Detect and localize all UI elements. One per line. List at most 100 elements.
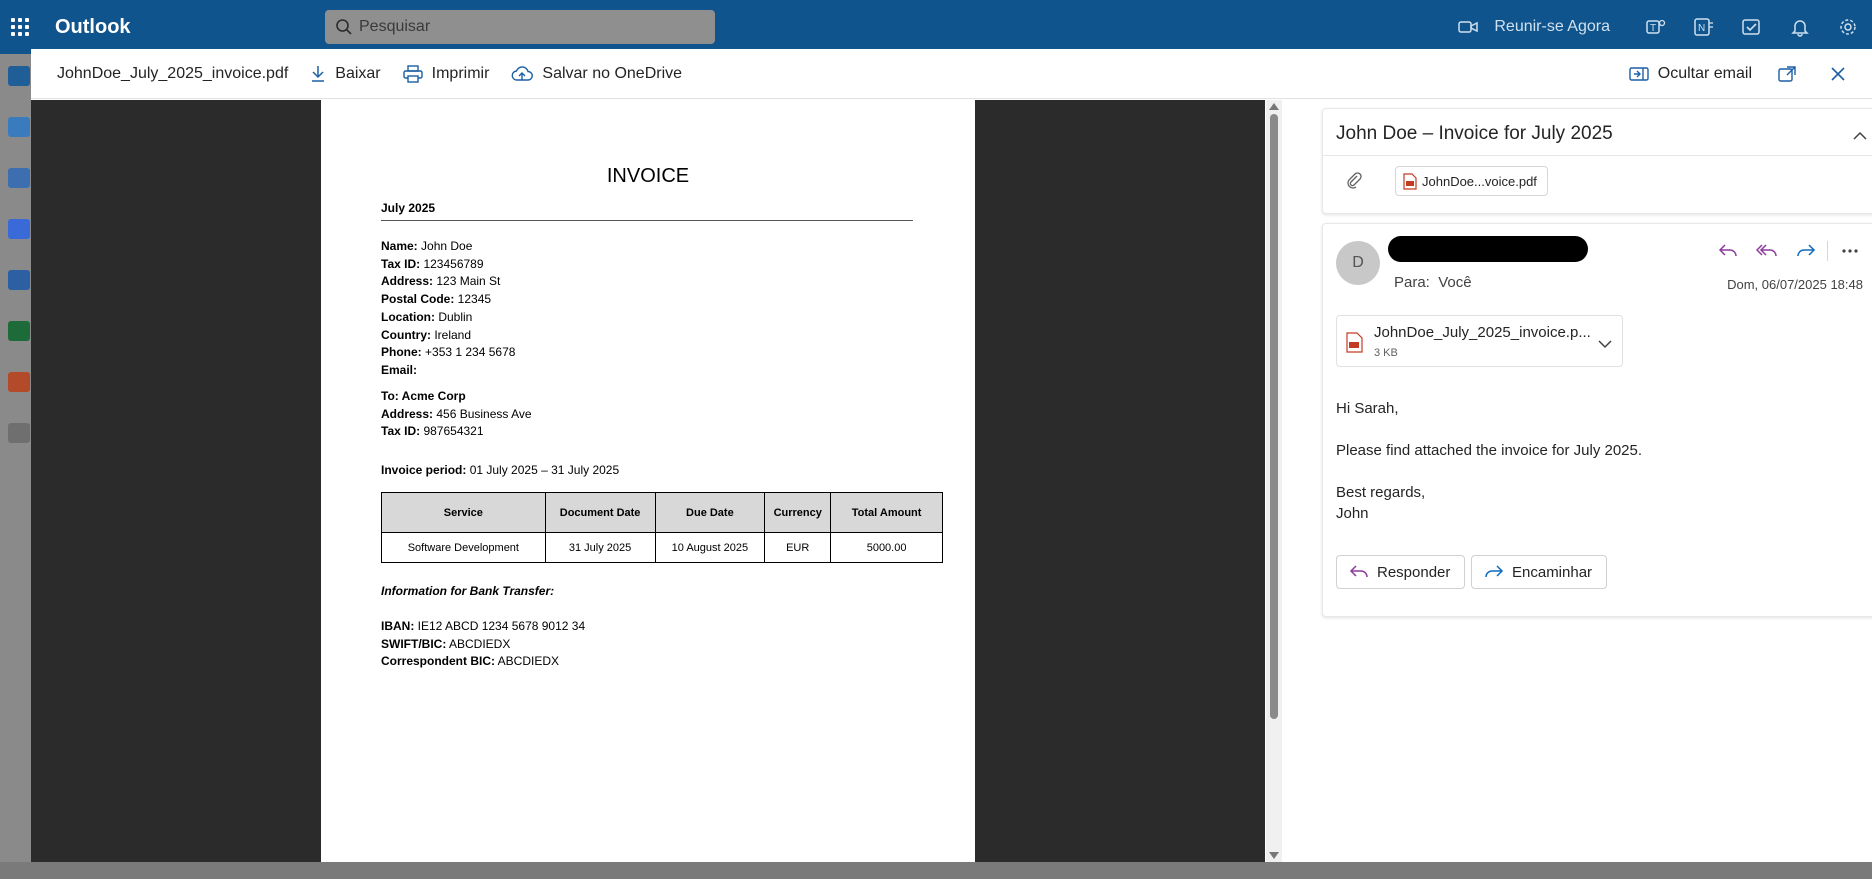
table-cell: EUR (764, 532, 832, 563)
attachment-name: JohnDoe_July_2025_invoice.p... (1374, 324, 1591, 341)
top-bar: Outlook Pesquisar Reunir-se Agora T N (0, 0, 1872, 54)
attachment-card[interactable]: JohnDoe_July_2025_invoice.p... 3 KB (1336, 315, 1623, 367)
notifications-button[interactable] (1776, 0, 1824, 54)
recipient-line: Tax ID: 987654321 (381, 424, 484, 439)
table-header: Service (381, 492, 546, 533)
powerpoint-icon[interactable] (8, 372, 30, 392)
print-label: Imprimir (431, 64, 490, 82)
invoice-period-value: 01 July 2025 – 31 July 2025 (466, 463, 620, 477)
forward-icon-button[interactable] (1786, 238, 1825, 264)
avatar[interactable]: D (1336, 241, 1380, 285)
todo-app-icon[interactable] (8, 219, 30, 239)
body-line: Best regards, (1336, 484, 1426, 501)
forward-button[interactable]: Encaminhar (1471, 555, 1608, 589)
sender-line: Location: Dublin (381, 309, 473, 324)
recipient-line: To: Acme Corp (381, 389, 466, 403)
pdf-viewer[interactable]: INVOICE July 2025 Name: John Doe Tax ID:… (31, 100, 1265, 862)
search-input[interactable]: Pesquisar (325, 10, 715, 44)
forward-button-label: Encaminhar (1512, 563, 1593, 581)
people-icon[interactable] (8, 168, 30, 188)
left-app-rail (0, 54, 32, 879)
attachment-menu-button[interactable] (1598, 336, 1612, 354)
bank-line: Correspondent BIC: ABCDIEDX (381, 654, 560, 669)
app-brand[interactable]: Outlook (55, 16, 325, 39)
pdf-page: INVOICE July 2025 Name: John Doe Tax ID:… (321, 100, 975, 862)
recipients: Para: Você (1394, 274, 1472, 291)
pdf-file-icon (1403, 172, 1417, 190)
meet-now-button[interactable]: Reunir-se Agora (1458, 18, 1610, 36)
invoice-title: INVOICE (606, 165, 690, 187)
reply-icon-button[interactable] (1708, 238, 1747, 264)
to-value[interactable]: Você (1438, 274, 1471, 291)
reply-icon (1718, 244, 1737, 257)
settings-button[interactable] (1824, 0, 1872, 54)
attachment-chip[interactable]: JohnDoe...voice.pdf (1395, 166, 1548, 196)
bank-transfer-title: Information for Bank Transfer: (381, 584, 555, 598)
more-apps-icon[interactable] (8, 423, 30, 443)
reply-all-icon-button[interactable] (1747, 238, 1786, 264)
sender-line: Name: John Doe (381, 239, 473, 253)
chevron-up-icon (1853, 131, 1867, 140)
todo-button[interactable] (1728, 0, 1776, 54)
sender-line: Tax ID: 123456789 (381, 256, 484, 271)
calendar-icon[interactable] (8, 117, 30, 137)
invoice-period-label: Invoice period: (381, 463, 467, 477)
save-onedrive-label: Salvar no OneDrive (542, 64, 683, 82)
attachment-size: 3 KB (1374, 347, 1398, 359)
attachments-toggle[interactable] (1345, 171, 1363, 194)
chevron-down-icon (1598, 340, 1612, 349)
sender-line: Phone: +353 1 234 5678 (381, 345, 516, 360)
message-date: Dom, 06/07/2025 18:48 (1727, 277, 1863, 292)
mail-icon[interactable] (8, 66, 30, 86)
email-subject: John Doe – Invoice for July 2025 (1336, 123, 1613, 144)
table-row: Software Development 31 July 2025 10 Aug… (381, 532, 943, 563)
forward-icon (1796, 244, 1815, 257)
sender-line: Email: (381, 362, 418, 377)
collapse-button[interactable] (1853, 127, 1867, 145)
message-card: D Para: Você Dom, 06/07/2025 18:48 JohnD… (1322, 223, 1872, 617)
search-placeholder: Pesquisar (359, 18, 431, 35)
table-header: Due Date (654, 492, 766, 533)
teams-button[interactable]: T (1632, 0, 1680, 54)
viewer-scrollbar[interactable] (1266, 100, 1282, 862)
hide-email-button[interactable]: Ocultar email (1629, 65, 1752, 83)
word-icon[interactable] (8, 270, 30, 290)
close-icon (1831, 67, 1845, 81)
onenote-button[interactable]: N (1680, 0, 1728, 54)
hide-panel-icon (1629, 67, 1649, 81)
bank-line: IBAN: IE12 ABCD 1234 5678 9012 34 (381, 619, 586, 633)
more-icon (1841, 249, 1858, 253)
app-launcher-button[interactable] (0, 0, 40, 54)
attachment-viewer-modal: JohnDoe_July_2025_invoice.pdf Baixar Imp… (31, 49, 1872, 862)
close-viewer-button[interactable] (1831, 67, 1854, 81)
redacted-sender (1388, 236, 1588, 262)
download-button[interactable]: Baixar (310, 65, 381, 83)
message-body: Hi Sarah, Please find attached the invoi… (1336, 398, 1642, 524)
save-onedrive-button[interactable]: Salvar no OneDrive (511, 65, 682, 83)
table-header: Currency (764, 492, 832, 533)
scroll-thumb[interactable] (1270, 114, 1278, 719)
bank-details: IBAN: IE12 ABCD 1234 5678 9012 34 SWIFT/… (381, 618, 585, 671)
reply-button[interactable]: Responder (1336, 555, 1466, 589)
table-cell: 31 July 2025 (544, 532, 656, 563)
paperclip-icon (1347, 172, 1362, 189)
table-header: Total Amount (830, 492, 943, 533)
search-icon (336, 19, 352, 35)
waffle-icon (11, 18, 29, 36)
video-camera-icon (1458, 21, 1479, 33)
teams-icon: T (1646, 19, 1666, 34)
excel-icon[interactable] (8, 321, 30, 341)
subject-card: John Doe – Invoice for July 2025 JohnDoe… (1322, 108, 1872, 214)
scroll-up-arrow[interactable] (1269, 103, 1279, 110)
pop-out-icon (1778, 66, 1796, 82)
recipient-line: Address: 456 Business Ave (381, 406, 532, 421)
print-button[interactable]: Imprimir (402, 64, 490, 83)
sender-line: Postal Code: 12345 (381, 292, 492, 307)
attachment-chip-label: JohnDoe...voice.pdf (1422, 173, 1537, 189)
bell-icon (1791, 20, 1809, 37)
more-actions-button[interactable] (1830, 238, 1869, 264)
table-cell: 10 August 2025 (654, 532, 766, 563)
open-new-window-button[interactable] (1778, 66, 1805, 82)
hide-email-label: Ocultar email (1657, 65, 1752, 82)
scroll-down-arrow[interactable] (1269, 852, 1279, 859)
